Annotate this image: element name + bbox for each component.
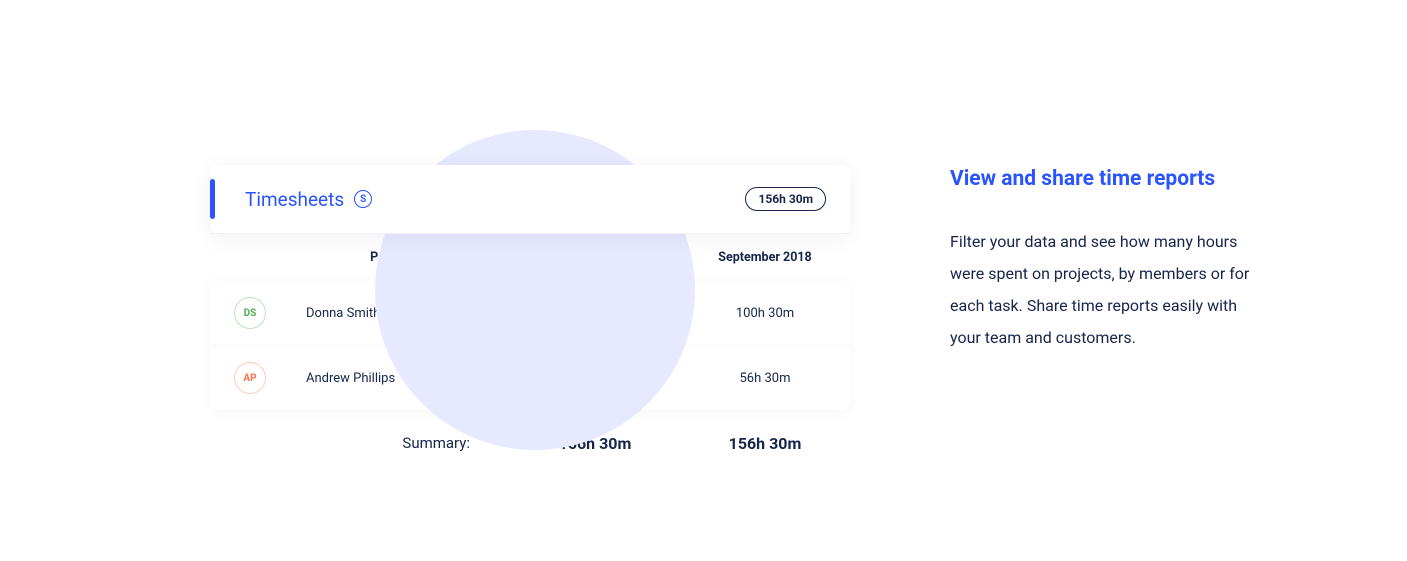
avatar: AP [234, 362, 266, 394]
card-header: Timesheets S 156h 30m [210, 165, 850, 234]
card-title: Timesheets [245, 188, 344, 211]
total-time-badge: 156h 30m [745, 187, 826, 211]
column-period: September 2018 [680, 250, 850, 265]
person-name: Donna Smith [306, 306, 380, 321]
info-heading: View and share time reports [950, 165, 1250, 194]
summary-period: 156h 30m [680, 434, 850, 453]
avatar: DS [234, 297, 266, 329]
accent-bar [210, 179, 215, 219]
currency-icon[interactable]: S [354, 190, 372, 208]
period-cell: 100h 30m [680, 306, 850, 321]
info-panel: View and share time reports Filter your … [950, 130, 1250, 354]
period-cell: 56h 30m [680, 371, 850, 386]
info-description: Filter your data and see how many hours … [950, 226, 1250, 354]
timesheet-card: Timesheets S 156h 30m [210, 165, 850, 234]
summary-label: Summary: [210, 434, 510, 453]
person-name: Andrew Phillips [306, 371, 395, 386]
